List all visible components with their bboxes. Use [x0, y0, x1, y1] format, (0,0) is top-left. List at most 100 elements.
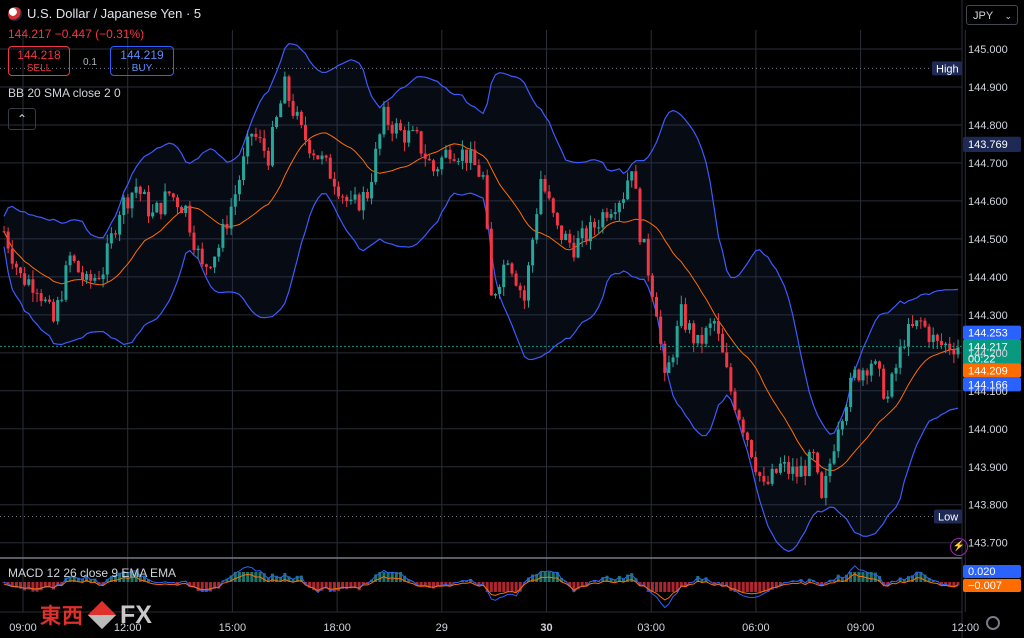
chevron-up-icon: ⌃	[16, 112, 28, 126]
candle-body	[469, 149, 473, 163]
price-tick-label: 144.400	[968, 272, 1008, 284]
candle-body	[729, 367, 733, 392]
candle-body	[378, 134, 382, 149]
low-label: Low	[938, 512, 958, 524]
candle-body	[365, 192, 369, 199]
candle-body	[555, 212, 559, 226]
candle-body	[861, 370, 865, 381]
macd-histogram-bar	[502, 582, 506, 592]
candle-body	[506, 263, 510, 265]
macd-histogram-bar	[390, 572, 394, 582]
price-tick-label: 143.700	[968, 538, 1008, 550]
sell-button[interactable]: 144.218 SELL	[8, 46, 70, 76]
candle-body	[68, 255, 72, 266]
lightning-icon[interactable]: ⚡	[950, 538, 968, 556]
candle-body	[328, 157, 332, 179]
candle-body	[481, 175, 485, 177]
candle-body	[35, 292, 39, 294]
gear-icon[interactable]	[986, 616, 1000, 630]
candle-body	[229, 206, 233, 229]
macd-histogram-bar	[865, 572, 869, 582]
candle-body	[208, 266, 212, 268]
candle-body	[349, 199, 353, 202]
macd-histogram-bar	[246, 572, 250, 582]
candle-body	[440, 157, 444, 170]
candle-body	[601, 212, 605, 228]
low-value-tag: 143.769	[968, 139, 1008, 151]
candle-body	[175, 197, 179, 208]
candle-body	[341, 196, 345, 198]
candle-body	[696, 334, 700, 344]
candle-body	[122, 197, 126, 215]
candle-body	[560, 225, 564, 241]
time-tick-label: 09:00	[9, 622, 37, 634]
candle-body	[890, 373, 894, 397]
bb-indicator-legend[interactable]: BB 20 SMA close 2 0	[8, 86, 121, 100]
candle-body	[10, 248, 14, 264]
price-tick-label: 144.500	[968, 234, 1008, 246]
macd-histogram-bar	[510, 582, 514, 592]
candle-body	[754, 457, 758, 473]
candle-body	[27, 279, 31, 285]
bb-upper-tag: 144.253	[968, 328, 1008, 340]
symbol-header[interactable]: U.S. Dollar / Japanese Yen · 5	[8, 6, 201, 21]
candle-body	[217, 247, 221, 257]
candle-body	[159, 202, 163, 215]
candle-body	[927, 326, 931, 343]
candle-body	[287, 76, 291, 101]
candle-body	[76, 261, 80, 273]
macd-tag: 0.020	[968, 566, 996, 578]
candle-body	[725, 352, 729, 368]
price-tick-label: 145.000	[968, 44, 1008, 56]
candle-body	[630, 171, 634, 181]
candle-body	[237, 180, 241, 195]
candle-body	[345, 196, 349, 202]
candle-body	[72, 255, 76, 262]
currency-selector[interactable]: JPY ⌄	[966, 5, 1018, 25]
buy-button[interactable]: 144.219 BUY	[110, 46, 174, 76]
candle-body	[944, 343, 948, 346]
candle-body	[403, 130, 407, 143]
macd-histogram-bar	[663, 582, 667, 592]
price-tick-label: 143.800	[968, 500, 1008, 512]
candle-body	[915, 320, 919, 326]
macd-histogram-bar	[242, 572, 246, 582]
candle-body	[939, 340, 943, 346]
candle-body	[803, 465, 807, 476]
candle-body	[262, 138, 266, 151]
candle-body	[118, 214, 122, 235]
time-tick-label: 30	[540, 622, 552, 634]
candle-body	[167, 191, 171, 194]
candle-body	[452, 159, 456, 161]
candle-body	[299, 111, 303, 126]
candle-body	[109, 233, 113, 244]
candle-body	[733, 391, 737, 411]
candle-body	[882, 368, 886, 399]
macd-histogram-bar	[506, 582, 510, 592]
candle-body	[52, 301, 56, 322]
macd-histogram-bar	[31, 582, 35, 592]
candle-body	[799, 465, 803, 477]
candle-body	[663, 343, 667, 373]
candle-body	[588, 222, 592, 242]
sell-price: 144.218	[17, 48, 61, 62]
price-tick-label: 144.700	[968, 158, 1008, 170]
candle-body	[919, 320, 923, 322]
candle-body	[878, 361, 882, 369]
collapse-legend-button[interactable]: ⌃	[8, 108, 36, 130]
candle-body	[97, 277, 101, 280]
candle-body	[634, 171, 638, 189]
candle-body	[473, 149, 477, 166]
candle-body	[291, 100, 295, 116]
price-change-quote: 144.217 −0.447 (−0.31%)	[8, 27, 145, 41]
candle-body	[865, 370, 869, 376]
chart-canvas[interactable]: High144.949Low143.769144.253144.21700:22…	[0, 0, 1024, 638]
candle-body	[655, 296, 659, 317]
candle-body	[444, 149, 448, 158]
candle-body	[147, 191, 151, 217]
candle-body	[213, 256, 217, 268]
candle-body	[688, 323, 692, 330]
macd-indicator-legend[interactable]: MACD 12 26 close 9 EMA EMA	[8, 566, 176, 580]
candle-body	[142, 191, 146, 195]
candle-body	[902, 346, 906, 348]
